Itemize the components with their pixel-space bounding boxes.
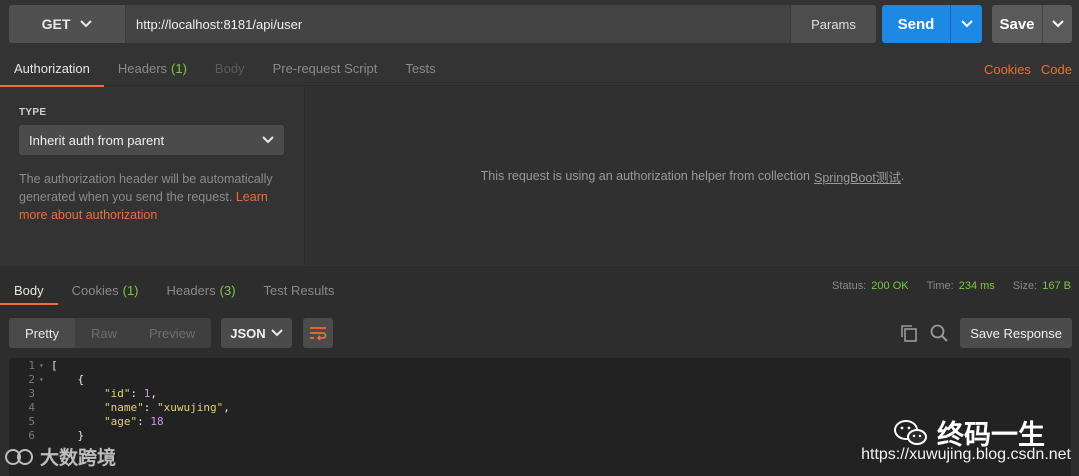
search-icon[interactable]	[930, 324, 948, 342]
request-tabs: Authorization Headers (1) Body Pre-reques…	[0, 52, 1079, 87]
auth-message: This request is using an authorization h…	[480, 169, 810, 183]
brand-logo-icon	[5, 448, 33, 465]
chevron-down-icon	[960, 20, 973, 28]
code-line: 4 "name": "xuwujing",	[9, 400, 1071, 414]
tab-response-body[interactable]: Body	[0, 276, 58, 305]
time-label: Time:	[926, 280, 954, 292]
auth-type-value: Inherit auth from parent	[29, 132, 165, 148]
json-value: 18	[150, 414, 164, 428]
send-dropdown[interactable]	[950, 5, 982, 43]
status-item: Status: 200 OK	[832, 280, 909, 292]
tab-label: Test Results	[263, 282, 335, 298]
view-preview[interactable]: Preview	[133, 318, 211, 348]
watermark-url: https://xuwujing.blog.csdn.net	[861, 446, 1071, 463]
tab-label: Body	[14, 282, 44, 298]
tab-label: Headers	[117, 61, 168, 76]
params-button[interactable]: Params	[790, 5, 876, 43]
method-label: GET	[41, 16, 71, 32]
response-right-tools: Save Response	[900, 318, 1072, 348]
tab-count: (1)	[122, 282, 139, 298]
time-item: Time: 234 ms	[927, 280, 995, 292]
save-response-button[interactable]: Save Response	[960, 318, 1072, 348]
auth-panel: TYPE Inherit auth from parent The author…	[0, 87, 305, 265]
tab-response-cookies[interactable]: Cookies (1)	[58, 276, 153, 304]
watermark-left-text: 大数跨境	[40, 448, 117, 469]
line-number: 2	[28, 372, 35, 386]
size-label: Size:	[1012, 280, 1038, 292]
status-label: Status:	[832, 280, 867, 292]
type-label: TYPE	[19, 107, 47, 118]
line-number: 3	[28, 386, 35, 400]
watermark-bar: 大数跨境 终码一生 https://xuwujing.blog.csdn.net	[0, 419, 1079, 476]
fold-toggle[interactable]: ▾	[39, 375, 51, 384]
code-line: 1 ▾[	[9, 358, 1071, 372]
tab-count: (1)	[171, 61, 187, 76]
code-line: 3 "id": 1,	[9, 386, 1071, 400]
send-button[interactable]: Send	[882, 5, 982, 43]
cookies-link[interactable]: Cookies	[984, 62, 1031, 77]
tab-label: Authorization	[14, 61, 90, 76]
json-key: "id"	[103, 386, 131, 400]
status-value: 200 OK	[871, 280, 909, 292]
wrap-icon	[310, 327, 327, 340]
auth-message-end: .	[900, 169, 905, 183]
send-label: Send	[897, 15, 935, 33]
time-value: 234 ms	[958, 280, 995, 292]
json-key: "age"	[103, 414, 138, 428]
auth-type-select[interactable]: Inherit auth from parent	[19, 125, 284, 155]
json-value: "xuwujing"	[156, 400, 224, 414]
auth-message-area: This request is using an authorization h…	[306, 87, 1079, 265]
tab-authorization[interactable]: Authorization	[0, 52, 104, 87]
chevron-down-icon	[1051, 20, 1064, 28]
tab-label: Tests	[405, 61, 436, 76]
tab-pre-request-script[interactable]: Pre-request Script	[259, 52, 392, 86]
view-raw[interactable]: Raw	[75, 318, 133, 348]
chevron-down-icon	[262, 136, 274, 144]
view-pretty[interactable]: Pretty	[9, 318, 75, 348]
tab-test-results[interactable]: Test Results	[250, 276, 349, 304]
url-input[interactable]: http://localhost:8181/api/user	[126, 5, 790, 43]
line-number: 6	[28, 428, 35, 442]
size-value: 167 B	[1042, 280, 1071, 292]
response-tabs: Body Cookies (1) Headers (3) Test Results	[0, 276, 349, 305]
tab-tests[interactable]: Tests	[391, 52, 449, 86]
tab-label: Pre-request Script	[272, 61, 378, 76]
tab-label: Body	[214, 61, 245, 76]
wechat-icon	[894, 419, 927, 445]
copy-icon[interactable]	[900, 324, 918, 342]
save-button[interactable]: Save	[992, 5, 1072, 43]
format-value: JSON	[230, 325, 266, 341]
save-label: Save	[999, 15, 1035, 33]
line-number: 5	[28, 414, 35, 428]
json-key: "name"	[103, 400, 144, 414]
code-link[interactable]: Code	[1041, 62, 1072, 77]
request-bar: GET http://localhost:8181/api/user Param…	[9, 5, 876, 43]
fold-toggle[interactable]: ▾	[39, 361, 51, 370]
format-select[interactable]: JSON	[221, 318, 293, 348]
tab-count: (3)	[219, 282, 236, 298]
auth-help-text: The authorization header will be automat…	[19, 170, 284, 224]
size-item: Size: 167 B	[1013, 280, 1071, 292]
help-text: The authorization header will be automat…	[19, 172, 273, 204]
line-number: 4	[28, 400, 35, 414]
tab-response-headers[interactable]: Headers (3)	[153, 276, 250, 304]
wrap-lines-button[interactable]	[303, 318, 334, 348]
save-dropdown[interactable]	[1042, 5, 1072, 43]
chevron-down-icon	[80, 20, 93, 28]
collection-link[interactable]: SpringBoot测试	[814, 167, 901, 186]
chevron-down-icon	[271, 329, 283, 337]
code-line: 2 ▾ {	[9, 372, 1071, 386]
method-select[interactable]: GET	[9, 5, 126, 43]
tab-label: Headers	[166, 282, 216, 298]
response-status: Status: 200 OK Time: 234 ms Size: 167 B	[832, 280, 1071, 292]
tab-links: Cookies Code	[984, 52, 1072, 86]
line-number: 1	[28, 358, 35, 372]
tab-headers[interactable]: Headers (1)	[104, 52, 201, 86]
tab-body[interactable]: Body	[201, 52, 259, 86]
watermark-left: 大数跨境	[4, 443, 116, 470]
tab-label: Cookies	[71, 282, 119, 298]
response-toolbar: Pretty Raw Preview JSON	[9, 318, 334, 348]
view-mode-group: Pretty Raw Preview	[9, 318, 212, 348]
